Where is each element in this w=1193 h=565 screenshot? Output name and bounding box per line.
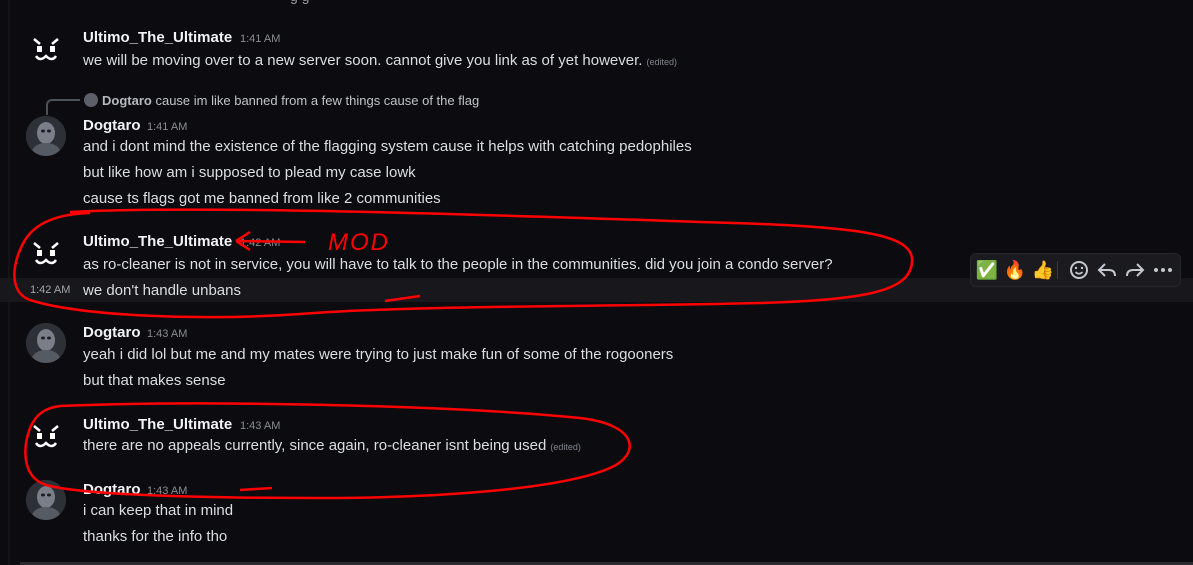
reply-icon[interactable] xyxy=(1095,258,1119,282)
reply-avatar xyxy=(84,93,98,107)
reply-author[interactable]: Dogtaro xyxy=(102,93,152,108)
message-content: but like how am i supposed to plead my c… xyxy=(83,164,416,181)
avatar[interactable] xyxy=(26,116,66,156)
cut-off-text: g g xyxy=(290,0,470,4)
message-timestamp[interactable]: 1:43 AM xyxy=(147,328,187,340)
annotation-tail xyxy=(239,486,273,492)
ultimo-avatar-icon xyxy=(33,425,59,448)
add-reaction-icon[interactable] xyxy=(1067,258,1091,282)
ultimo-avatar-icon xyxy=(33,38,59,61)
message-author[interactable]: Dogtaro xyxy=(83,117,141,134)
message-content: we don't handle unbans xyxy=(83,282,241,299)
reaction-fire-button[interactable]: 🔥 xyxy=(1003,258,1027,282)
reply-text[interactable]: cause im like banned from a few things c… xyxy=(155,93,479,108)
message-author[interactable]: Ultimo_The_Ultimate xyxy=(83,233,232,250)
message-content: yeah i did lol but me and my mates were … xyxy=(83,346,674,363)
message-timestamp[interactable]: 1:41 AM xyxy=(147,121,187,133)
hover-timestamp[interactable]: 1:42 AM xyxy=(30,284,70,296)
message-author[interactable]: Dogtaro xyxy=(83,481,141,498)
message-content: i can keep that in mind xyxy=(83,502,234,519)
message-author[interactable]: Ultimo_The_Ultimate xyxy=(83,416,232,433)
reply-spine xyxy=(46,99,80,115)
message-timestamp[interactable]: 1:42 AM xyxy=(240,237,280,249)
message-author[interactable]: Dogtaro xyxy=(83,324,141,341)
reply-preview[interactable]: Dogtaro cause im like banned from a few … xyxy=(84,93,479,108)
dogtaro-avatar-icon xyxy=(26,323,66,363)
toolbar-divider xyxy=(1057,261,1058,279)
message-content: cause ts flags got me banned from like 2… xyxy=(83,190,441,207)
reaction-thumbsup-button[interactable]: 👍 xyxy=(1031,258,1055,282)
ultimo-avatar-icon xyxy=(33,242,59,265)
message-text: we will be moving over to a new server s… xyxy=(83,52,677,69)
forward-icon[interactable] xyxy=(1123,258,1147,282)
message-content: thanks for the info tho xyxy=(83,528,228,545)
avatar[interactable] xyxy=(26,30,66,70)
message-actions-toolbar: ✅ 🔥 👍 xyxy=(970,253,1181,287)
edited-label: (edited) xyxy=(646,57,677,67)
avatar[interactable] xyxy=(26,480,66,520)
message-timestamp[interactable]: 1:43 AM xyxy=(147,485,187,497)
message-content: but that makes sense xyxy=(83,372,226,389)
avatar[interactable] xyxy=(26,417,66,457)
dogtaro-avatar-icon xyxy=(26,480,66,520)
message-content: and i dont mind the existence of the fla… xyxy=(83,138,692,155)
message-content: as ro-cleaner is not in service, you wil… xyxy=(83,256,833,273)
reaction-check-button[interactable]: ✅ xyxy=(975,258,999,282)
avatar[interactable] xyxy=(26,323,66,363)
more-options-icon[interactable] xyxy=(1151,258,1175,282)
message-content: we will be moving over to a new server s… xyxy=(83,52,643,69)
message-timestamp[interactable]: 1:43 AM xyxy=(240,420,280,432)
dogtaro-avatar-icon xyxy=(26,116,66,156)
message-timestamp[interactable]: 1:41 AM xyxy=(240,33,280,45)
edited-label: (edited) xyxy=(550,442,581,452)
message-content: there are no appeals currently, since ag… xyxy=(83,437,547,454)
message-author[interactable]: Ultimo_The_Ultimate xyxy=(83,29,232,46)
message-text: there are no appeals currently, since ag… xyxy=(83,437,581,454)
annotation-label: MOD xyxy=(328,229,390,256)
avatar[interactable] xyxy=(26,234,66,274)
